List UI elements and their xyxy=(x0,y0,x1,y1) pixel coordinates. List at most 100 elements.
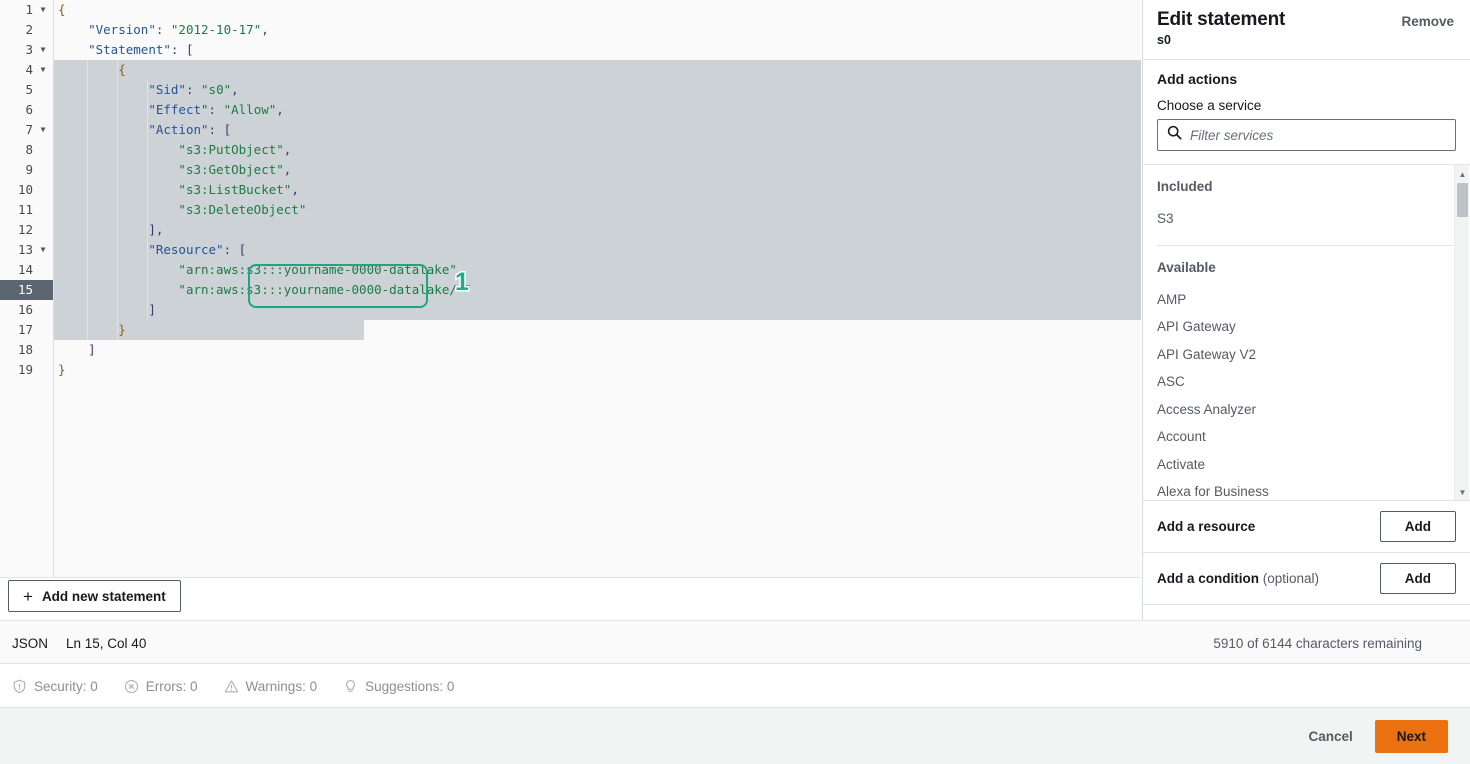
wizard-footer: Cancel Next xyxy=(0,708,1470,764)
code-line[interactable]: "Resource": [ xyxy=(54,240,1141,260)
filter-services-input[interactable] xyxy=(1182,127,1455,143)
cancel-button[interactable]: Cancel xyxy=(1308,729,1352,744)
code-line[interactable]: "arn:aws:s3:::yourname-0000-datalake", xyxy=(54,260,1141,280)
line-number: 10 xyxy=(17,182,33,197)
code-line[interactable]: "s3:PutObject", xyxy=(54,140,1141,160)
panel-header: Edit statement s0 Remove xyxy=(1143,0,1470,60)
warning-triangle-icon xyxy=(224,679,239,694)
code-area[interactable]: 1 ▼ 2 3 ▼ 4 ▼ 5 6 7 ▼ 8 9 10 11 12 13 ▼ 14 15 16 17 18 19 { "Ve… xyxy=(0,0,1141,577)
suggestions-label: Suggestions: 0 xyxy=(365,678,455,694)
lint-items: Security: 0 Errors: 0 Warnings: 0 Sugges… xyxy=(12,664,454,708)
fold-toggle-icon[interactable]: ▼ xyxy=(37,120,49,140)
code-token: "s3:ListBucket" xyxy=(178,182,292,197)
code-token: : xyxy=(208,102,224,117)
service-list-item[interactable]: ASC xyxy=(1157,368,1456,396)
errors-status[interactable]: Errors: 0 xyxy=(124,679,198,694)
code-token: ], xyxy=(148,222,164,237)
fold-toggle-icon[interactable]: ▼ xyxy=(37,0,49,20)
code-token: { xyxy=(58,2,66,17)
code-line[interactable]: "Effect": "Allow", xyxy=(54,100,1141,120)
line-number: 5 xyxy=(25,82,33,97)
security-status[interactable]: Security: 0 xyxy=(12,679,98,694)
line-number-gutter: 1 ▼ 2 3 ▼ 4 ▼ 5 6 7 ▼ 8 9 10 11 12 13 ▼ 14 15 16 17 18 19 xyxy=(0,0,54,577)
code-content[interactable]: { "Version": "2012-10-17", "Statement": … xyxy=(54,0,1141,577)
code-line[interactable]: "s3:GetObject", xyxy=(54,160,1141,180)
service-list-scroll[interactable]: Included S3 Available AMP API Gateway API Gat… xyxy=(1143,165,1470,501)
fold-toggle-icon[interactable]: ▼ xyxy=(37,40,49,60)
code-token: : [ xyxy=(170,42,194,57)
fold-toggle-icon[interactable]: ▼ xyxy=(37,240,49,260)
code-token: ] xyxy=(88,342,96,357)
choose-service-label: Choose a service xyxy=(1157,98,1262,113)
scrollbar-thumb[interactable] xyxy=(1457,183,1468,217)
add-new-statement-button[interactable]: + Add new statement xyxy=(8,580,181,612)
service-list-item[interactable]: AMP xyxy=(1157,286,1456,314)
scroll-up-icon[interactable]: ▲ xyxy=(1455,167,1470,181)
code-token: : [ xyxy=(208,122,232,137)
code-line[interactable]: { xyxy=(54,0,1141,20)
suggestions-status[interactable]: Suggestions: 0 xyxy=(343,679,454,694)
available-header: Available xyxy=(1157,259,1216,275)
code-token: , xyxy=(231,82,239,97)
line-number: 8 xyxy=(25,142,33,157)
code-token: { xyxy=(118,62,126,77)
code-token: , xyxy=(291,182,299,197)
add-actions-heading: Add actions xyxy=(1157,71,1238,87)
line-number: 3 ▼ xyxy=(0,40,53,60)
policy-editor-screen: 1 ▼ 2 3 ▼ 4 ▼ 5 6 7 ▼ 8 9 10 11 12 13 ▼ 14 15 16 17 18 19 { "Ve… xyxy=(0,0,1470,764)
line-number: 2 xyxy=(25,22,33,37)
warnings-label: Warnings: 0 xyxy=(245,678,318,694)
service-list-scrollbar[interactable]: ▲ ▼ xyxy=(1454,165,1470,500)
code-line[interactable]: "Version": "2012-10-17", xyxy=(54,20,1141,40)
json-editor-pane: 1 ▼ 2 3 ▼ 4 ▼ 5 6 7 ▼ 8 9 10 11 12 13 ▼ 14 15 16 17 18 19 { "Ve… xyxy=(0,0,1141,620)
code-token: "s3:DeleteObject" xyxy=(178,202,307,217)
code-line[interactable]: ] xyxy=(54,300,1141,320)
filter-services-field[interactable] xyxy=(1157,119,1456,151)
service-list-item[interactable]: Alexa for Business xyxy=(1157,478,1456,500)
code-line[interactable]: } xyxy=(54,320,1141,340)
scroll-down-icon[interactable]: ▼ xyxy=(1455,485,1470,499)
add-resource-button[interactable]: Add xyxy=(1379,511,1456,542)
service-list-divider xyxy=(1157,244,1456,246)
line-number: 18 xyxy=(17,342,33,357)
warnings-status[interactable]: Warnings: 0 xyxy=(224,678,318,694)
service-list-item[interactable]: API Gateway xyxy=(1157,313,1456,341)
search-icon xyxy=(1167,125,1182,145)
code-line[interactable]: "Statement": [ xyxy=(54,40,1141,60)
code-line[interactable]: "Sid": "s0", xyxy=(54,80,1141,100)
included-header: Included xyxy=(1157,179,1213,194)
code-token: "Statement" xyxy=(88,42,171,57)
code-line[interactable]: { xyxy=(54,60,1141,80)
service-list: Included S3 Available AMP API Gateway API Gat… xyxy=(1143,165,1470,500)
service-list-item[interactable]: Activate xyxy=(1157,451,1456,479)
next-button[interactable]: Next xyxy=(1374,719,1448,753)
error-circle-x-icon xyxy=(124,679,139,694)
service-list-item[interactable]: S3 xyxy=(1157,205,1456,233)
service-list-item[interactable]: Access Analyzer xyxy=(1157,396,1456,424)
add-condition-label: Add a condition (optional) xyxy=(1157,571,1319,586)
code-line[interactable]: "s3:ListBucket", xyxy=(54,180,1141,200)
code-line[interactable]: ] xyxy=(54,340,1141,360)
add-condition-button[interactable]: Add xyxy=(1379,563,1456,594)
code-line[interactable]: "arn:aws:s3:::yourname-0000-datalake/*" xyxy=(54,280,1141,300)
service-list-item[interactable]: API Gateway V2 xyxy=(1157,341,1456,369)
code-line[interactable]: } xyxy=(54,360,1141,380)
remove-statement-button[interactable]: Remove xyxy=(1401,14,1454,29)
service-list-item[interactable]: Account xyxy=(1157,423,1456,451)
code-line[interactable]: "s3:DeleteObject" xyxy=(54,200,1141,220)
code-line[interactable]: "Action": [ xyxy=(54,120,1141,140)
fold-toggle-icon[interactable]: ▼ xyxy=(37,60,49,80)
code-token: "2012-10-17" xyxy=(170,22,262,37)
code-token: , xyxy=(283,142,292,157)
code-line[interactable]: ], xyxy=(54,220,1141,240)
errors-label: Errors: 0 xyxy=(145,678,198,694)
